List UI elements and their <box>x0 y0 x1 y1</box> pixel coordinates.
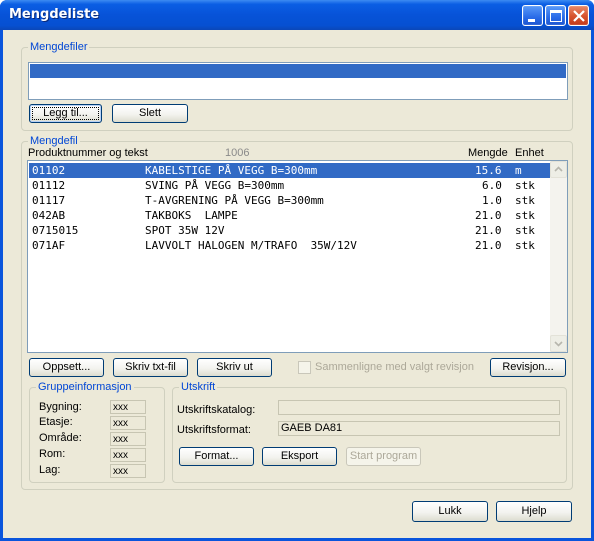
minimize-button[interactable] <box>522 5 543 26</box>
file-list-item[interactable]: C:\DDS6.4\Prosjekter\herske\hers6002.Boq <box>30 64 566 91</box>
scroll-down-button[interactable] <box>550 335 567 352</box>
format-button[interactable]: Format... <box>179 447 254 466</box>
mengdefil-label: Mengdefil <box>28 135 80 147</box>
minimize-icon <box>528 19 535 22</box>
add-file-button[interactable]: Legg til... <box>29 104 102 123</box>
building-label: Bygning: <box>39 401 82 413</box>
area-field: xxx <box>110 432 146 446</box>
layer-label: Lag: <box>39 464 61 476</box>
print-catalog-label: Utskriftskatalog: <box>177 404 256 416</box>
mengdefiler-group: Mengdefiler C:\DDS6.4\Prosjekter\herske\… <box>21 41 573 131</box>
close-window-button[interactable] <box>568 5 589 26</box>
layer-field: xxx <box>110 464 146 478</box>
table-row[interactable]: 0715015 SPOT 35W 12V 21.0 stk <box>29 223 550 238</box>
file-list[interactable]: C:\DDS6.4\Prosjekter\herske\hers6002.Boq <box>28 62 568 100</box>
start-program-button[interactable]: Start program <box>346 447 421 466</box>
scroll-up-button[interactable] <box>550 161 567 178</box>
dialog-client: Mengdefiler C:\DDS6.4\Prosjekter\herske\… <box>3 30 591 538</box>
print-format-field: GAEB DA81 <box>278 421 560 436</box>
vertical-scrollbar[interactable] <box>550 161 567 352</box>
compare-checkbox[interactable] <box>298 361 311 374</box>
table-row[interactable]: 071AF LAVVOLT HALOGEN M/TRAFO 35W/12V 21… <box>29 238 550 253</box>
chevron-up-icon <box>554 166 563 172</box>
col-product-header: Produktnummer og tekst <box>28 147 148 159</box>
building-field: xxx <box>110 400 146 414</box>
dialog-window: Mengdeliste Mengdefiler C:\DDS6.4\Prosje… <box>0 0 594 541</box>
print-button[interactable]: Skriv ut <box>197 358 272 377</box>
table-row[interactable]: 01112 SVING PÅ VEGG B=300mm 6.0 stk <box>29 178 550 193</box>
revision-button[interactable]: Revisjon... <box>490 358 566 377</box>
chevron-down-icon <box>554 341 563 347</box>
setup-button[interactable]: Oppsett... <box>29 358 104 377</box>
col-count-label: 1006 <box>225 147 250 159</box>
write-txt-button[interactable]: Skriv txt-fil <box>113 358 188 377</box>
room-field: xxx <box>110 448 146 462</box>
print-catalog-field <box>278 400 560 415</box>
print-output-label: Utskrift <box>179 381 218 393</box>
quantity-list[interactable]: 01102 KABELSTIGE PÅ VEGG B=300mm 15.6 m … <box>27 160 568 353</box>
title-bar[interactable]: Mengdeliste <box>0 0 594 30</box>
group-info-label: Gruppeinformasjon <box>36 381 134 393</box>
mengdefiler-label: Mengdefiler <box>28 41 90 53</box>
export-button[interactable]: Eksport <box>262 447 337 466</box>
col-qty-header: Mengde <box>468 147 508 159</box>
floor-label: Etasje: <box>39 416 73 428</box>
delete-file-button[interactable]: Slett <box>112 104 188 123</box>
help-button[interactable]: Hjelp <box>496 501 572 522</box>
table-row[interactable]: 042AB TAKBOKS LAMPE 21.0 stk <box>29 208 550 223</box>
compare-checkbox-label: Sammenligne med valgt revisjon <box>315 361 474 373</box>
maximize-icon <box>550 10 562 22</box>
col-unit-header: Enhet <box>515 147 544 159</box>
window-title: Mengdeliste <box>9 7 100 22</box>
table-row[interactable]: 01117 T-AVGRENING PÅ VEGG B=300mm 1.0 st… <box>29 193 550 208</box>
maximize-button[interactable] <box>545 5 566 26</box>
table-row[interactable]: 01102 KABELSTIGE PÅ VEGG B=300mm 15.6 m <box>29 163 550 178</box>
close-icon <box>573 10 585 22</box>
floor-field: xxx <box>110 416 146 430</box>
close-button[interactable]: Lukk <box>412 501 488 522</box>
room-label: Rom: <box>39 448 66 460</box>
print-format-label: Utskriftsformat: <box>177 424 251 436</box>
area-label: Område: <box>39 432 82 444</box>
